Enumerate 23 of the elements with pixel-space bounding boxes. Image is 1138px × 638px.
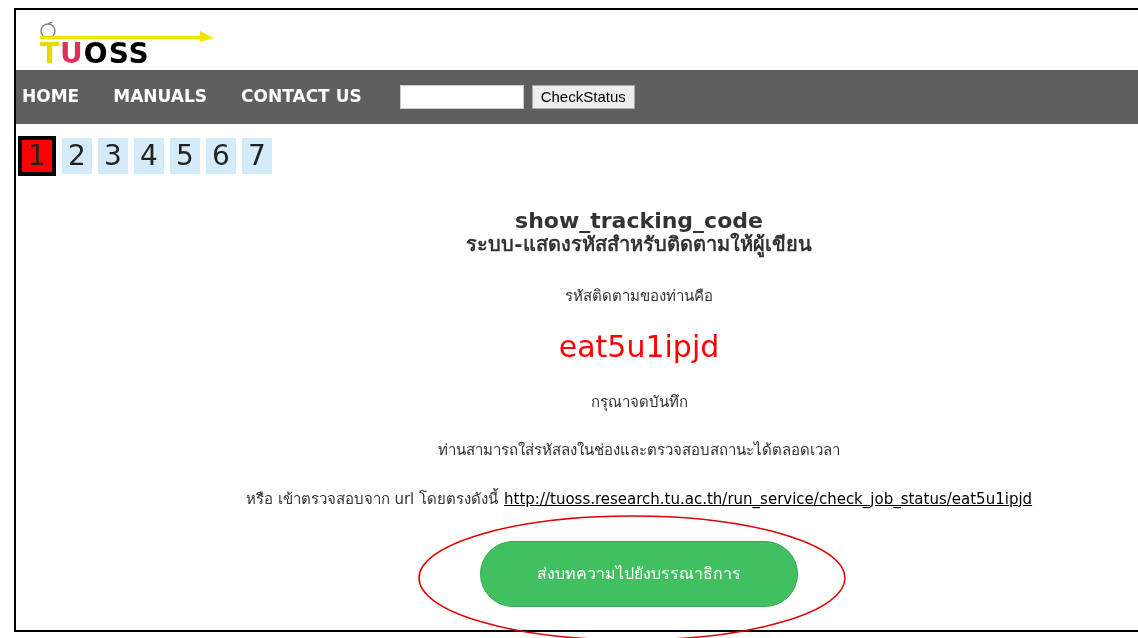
nav-link[interactable]: HOME xyxy=(22,84,80,110)
step-tab[interactable]: 6 xyxy=(206,138,236,174)
page-title: show_tracking_code xyxy=(515,210,763,232)
code-label: รหัสติดตามของท่านคือ xyxy=(565,286,713,307)
step-tab[interactable]: 7 xyxy=(242,138,272,174)
tracking-code: eat5u1ipjd xyxy=(558,328,720,365)
step-tab[interactable]: 2 xyxy=(62,138,92,174)
logo-text: U xyxy=(60,40,84,68)
step-tab[interactable]: 4 xyxy=(134,138,164,174)
page-subtitle: ระบบ-แสดงรหัสสำหรับติดตามให้ผู้เขียน xyxy=(466,232,812,256)
logo-text: OSS xyxy=(83,40,150,68)
nav-link[interactable]: MANUALS xyxy=(113,84,208,110)
status-link[interactable]: http://tuoss.research.tu.ac.th/run_service/check_job_status/eat5u1ipjd xyxy=(504,487,1033,510)
url-prefix: หรือ เข้าตรวจสอบจาก url โดยตรงดังนี้ xyxy=(245,487,499,510)
save-note: กรุณาจดบันทึก xyxy=(590,391,688,413)
step-tab[interactable]: 3 xyxy=(98,138,128,174)
step-tab[interactable]: 1 xyxy=(18,136,56,176)
check-status-button[interactable]: CheckStatus xyxy=(531,85,635,109)
step-tab[interactable]: 5 xyxy=(170,138,200,174)
logo-text: T xyxy=(40,40,61,68)
tracking-code-input[interactable] xyxy=(399,85,524,109)
nav-link[interactable]: CONTACT US xyxy=(241,84,362,110)
info-text: ท่านสามารถใส่รหัสลงในช่องและตรวจสอบสถานะได้ตลอดเวลา xyxy=(438,440,840,461)
